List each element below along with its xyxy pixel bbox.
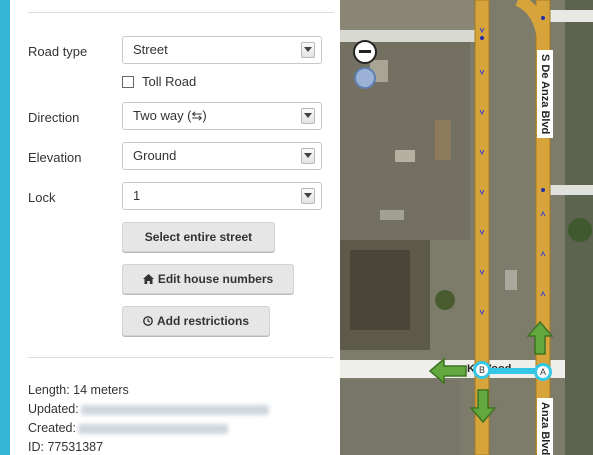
- updated-redacted: [80, 404, 269, 415]
- segment-edit-panel: Road type Street Toll Road Direction Two…: [10, 0, 340, 455]
- direction-value: Two way (⇆): [133, 108, 207, 123]
- chevron-down-icon: [301, 188, 315, 204]
- lock-value: 1: [133, 188, 141, 203]
- selected-segment[interactable]: [483, 368, 541, 374]
- street-label-bottom: Anza Blvd: [537, 398, 553, 455]
- edit-house-numbers-label: Edit house numbers: [157, 272, 274, 286]
- elevation-label: Elevation: [28, 150, 82, 165]
- accent-strip: [0, 0, 10, 455]
- select-entire-street-button[interactable]: Select entire street: [122, 222, 275, 252]
- direction-select[interactable]: Two way (⇆): [122, 102, 322, 130]
- updated-label: Updated:: [28, 402, 79, 416]
- segment-updated: Updated:: [28, 402, 269, 416]
- select-entire-street-label: Select entire street: [144, 230, 253, 244]
- add-restrictions-button[interactable]: Add restrictions: [122, 306, 270, 336]
- node-b[interactable]: B: [473, 361, 491, 379]
- arrow-left-icon[interactable]: [428, 357, 468, 385]
- lock-label: Lock: [28, 190, 56, 205]
- toll-road-label: Toll Road: [142, 74, 197, 89]
- created-label: Created:: [28, 421, 76, 435]
- chevron-down-icon: [301, 108, 315, 124]
- node-a-letter: A: [539, 367, 546, 377]
- node-a[interactable]: A: [534, 363, 552, 381]
- road-type-value: Street: [133, 42, 168, 57]
- lock-select[interactable]: 1: [122, 182, 322, 210]
- arrow-down-icon[interactable]: [469, 388, 497, 424]
- segment-created: Created:: [28, 421, 228, 435]
- add-restrictions-label: Add restrictions: [156, 314, 249, 328]
- chevron-down-icon: [301, 148, 315, 164]
- created-redacted: [77, 423, 228, 434]
- home-icon: [142, 274, 154, 284]
- chevron-down-icon: [301, 42, 315, 58]
- street-label-top: S De Anza Blvd: [537, 50, 553, 139]
- clock-icon: [143, 316, 153, 326]
- segment-id: ID: 77531387: [28, 440, 104, 454]
- node-b-letter: B: [478, 365, 485, 375]
- divider-bottom: [28, 357, 334, 358]
- toll-road-checkbox[interactable]: [122, 76, 134, 88]
- arrow-up-icon[interactable]: [526, 320, 554, 356]
- direction-label: Direction: [28, 110, 80, 125]
- edit-house-numbers-button[interactable]: Edit house numbers: [122, 264, 294, 294]
- elevation-value: Ground: [133, 148, 177, 163]
- segment-length: Length: 14 meters: [28, 383, 129, 397]
- aerial-map: [340, 0, 593, 455]
- elevation-select[interactable]: Ground: [122, 142, 322, 170]
- map-view[interactable]: S De Anza Blvd Anza Blvd Kl Wood B A: [340, 0, 593, 455]
- road-type-label: Road type: [28, 44, 88, 59]
- road-type-select[interactable]: Street: [122, 36, 322, 64]
- divider-top: [28, 12, 334, 13]
